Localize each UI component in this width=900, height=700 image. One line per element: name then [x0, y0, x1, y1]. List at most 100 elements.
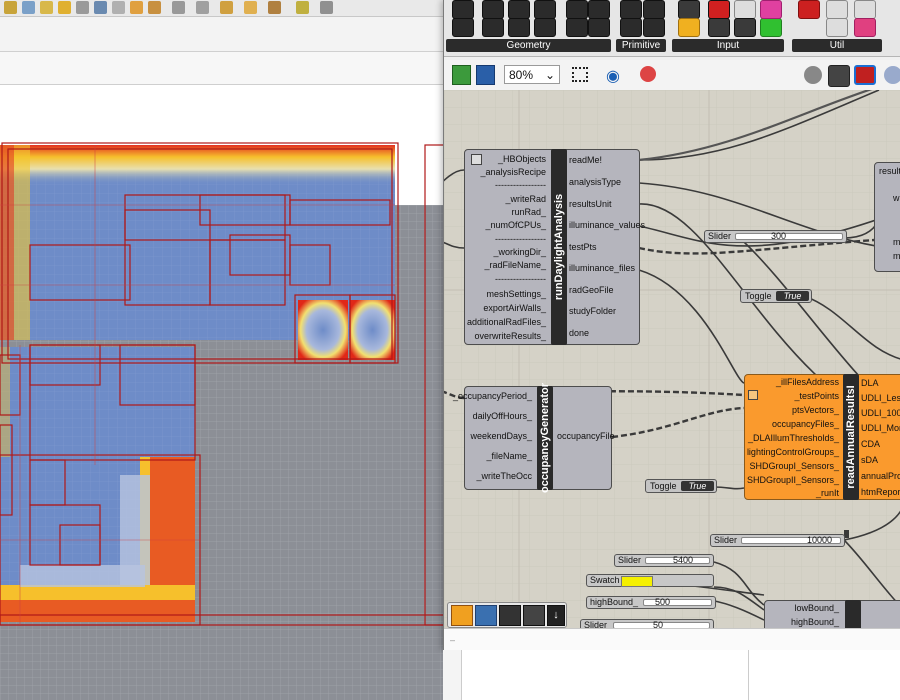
tool-icon[interactable] [320, 1, 333, 14]
panel-label[interactable]: Input [672, 39, 784, 52]
input-param[interactable]: overwriteResults_ [474, 331, 546, 342]
geometry-icon[interactable] [508, 18, 530, 37]
input-param[interactable]: SHDGroupII_Sensors_ [747, 475, 839, 486]
tool-icon[interactable] [76, 1, 89, 14]
input-param[interactable]: weekendDays_ [470, 431, 532, 442]
output-param[interactable]: illuminance_files [569, 263, 635, 274]
output-param[interactable]: illuminance_values [569, 220, 645, 231]
primitive-icon[interactable] [620, 0, 642, 19]
slider-icon[interactable] [678, 18, 700, 37]
save-icon[interactable] [476, 65, 495, 85]
number-slider[interactable]: Slider 50 [580, 619, 714, 628]
panel-label[interactable]: Util [792, 39, 882, 52]
swatch-color[interactable] [621, 576, 653, 587]
input-param[interactable]: lowBound_ [794, 603, 839, 614]
output-param[interactable]: UDLI_More_ [861, 423, 900, 434]
python-icon[interactable] [475, 605, 497, 626]
panel-label[interactable]: Primitive [616, 39, 666, 52]
grid-icon[interactable] [760, 18, 782, 37]
gh-canvas[interactable]: runDaylightAnalysis _HBObjects _analysis… [444, 90, 900, 628]
output-param[interactable]: sDA [861, 455, 878, 466]
toggle-value[interactable]: True [776, 291, 809, 301]
output-param[interactable]: radGeoFile [569, 285, 614, 296]
input-param[interactable]: _writeTheOcc [476, 471, 532, 482]
geometry-icon[interactable] [566, 0, 588, 19]
tool-icon[interactable] [58, 1, 71, 14]
primitive-icon[interactable] [620, 18, 642, 37]
input-icon[interactable] [678, 0, 700, 19]
slider-icon[interactable] [451, 605, 473, 626]
button-icon[interactable] [708, 0, 730, 19]
util-icon[interactable] [826, 0, 848, 19]
tool-icon[interactable] [268, 1, 281, 14]
input-param[interactable]: lightingControlGroups_ [747, 447, 839, 458]
input-param[interactable]: runRad_ [511, 207, 546, 218]
output-param[interactable]: occupancyFile [557, 431, 615, 442]
tool-icon[interactable] [4, 1, 17, 14]
number-slider[interactable]: Slider 5400 [614, 554, 714, 567]
tool-icon[interactable] [130, 1, 143, 14]
flask-icon[interactable] [854, 18, 876, 37]
read-annual-results-component[interactable]: readAnnualResultsI _illFilesAddress _tes… [744, 374, 900, 500]
eye-icon[interactable]: ◉ [606, 66, 620, 86]
expand-icon[interactable] [748, 390, 758, 400]
run-daylight-analysis-component[interactable]: runDaylightAnalysis _HBObjects _analysis… [464, 149, 645, 345]
slider-track[interactable] [735, 233, 843, 240]
geometry-icon[interactable] [482, 18, 504, 37]
input-param[interactable]: highBound_ [791, 617, 839, 628]
output-param[interactable]: analysisType [569, 177, 621, 188]
output-param[interactable]: resultsUnit [569, 199, 612, 210]
number-slider[interactable]: Slider 300 [704, 230, 847, 243]
arrow-icon[interactable] [826, 18, 848, 37]
bounds-component[interactable]: lowBound_ highBound_ [764, 600, 900, 628]
geometry-icon[interactable] [588, 18, 610, 37]
slider-track[interactable] [643, 599, 712, 606]
input-param[interactable]: _writeRad [505, 194, 546, 205]
tool-icon[interactable] [296, 1, 309, 14]
geometry-icon[interactable] [452, 0, 474, 19]
tool-icon[interactable] [172, 1, 185, 14]
expand-icon[interactable] [471, 154, 482, 165]
geometry-icon[interactable] [534, 18, 556, 37]
input-param[interactable]: _testPoints [794, 391, 839, 402]
input-param[interactable]: occupancyFiles_ [772, 419, 839, 430]
output-param[interactable]: UDLI_Less_1 [861, 393, 900, 404]
cherries-icon[interactable] [798, 0, 820, 19]
geometry-icon[interactable] [452, 18, 474, 37]
output-param[interactable]: studyFolder [569, 306, 616, 317]
zoom-extents-icon[interactable] [572, 67, 588, 82]
output-param[interactable]: readMe! [569, 155, 602, 166]
geometry-icon[interactable] [482, 0, 504, 19]
partial-results-component[interactable]: resultF w m ma [874, 162, 900, 272]
geometry-icon[interactable] [566, 18, 588, 37]
panel-label[interactable]: Geometry [446, 39, 611, 52]
open-file-icon[interactable] [452, 65, 471, 85]
tool-icon[interactable] [196, 1, 209, 14]
input-param[interactable]: exportAirWalls_ [483, 303, 546, 314]
input-param[interactable]: _illFilesAddress [776, 377, 839, 388]
primitive-icon[interactable] [643, 18, 665, 37]
util-icon[interactable] [854, 0, 876, 19]
input-param[interactable]: _workingDir_ [493, 247, 546, 258]
input-param[interactable]: SHDGroupI_Sensors_ [749, 461, 839, 472]
toggle-value[interactable]: True [681, 481, 714, 491]
preview-mode-icon[interactable] [828, 65, 850, 87]
download-icon[interactable]: ↓ [547, 605, 565, 626]
boolean-toggle[interactable]: Toggle True [740, 289, 812, 303]
geometry-icon[interactable] [508, 0, 530, 19]
geometry-icon[interactable] [534, 0, 556, 19]
input-param[interactable]: _numOfCPUs_ [485, 220, 546, 231]
number-slider[interactable]: Slider 10000 [710, 534, 845, 547]
color-swatch[interactable]: Swatch [586, 574, 714, 587]
geometry-icon[interactable] [523, 605, 545, 626]
zoom-select[interactable]: 80% ⌄ [504, 65, 560, 84]
input-param[interactable]: dailyOffHours_ [473, 411, 532, 422]
input-param[interactable]: _HBObjects [498, 154, 546, 165]
input-param[interactable]: _occupancyPeriod_ [453, 391, 532, 402]
output-param[interactable]: annualProfil [861, 471, 900, 482]
primitive-icon[interactable] [643, 0, 665, 19]
tool-icon[interactable] [148, 1, 161, 14]
tool-icon[interactable] [22, 1, 35, 14]
preview-selected-icon[interactable] [854, 65, 876, 85]
tool-icon[interactable] [112, 1, 125, 14]
